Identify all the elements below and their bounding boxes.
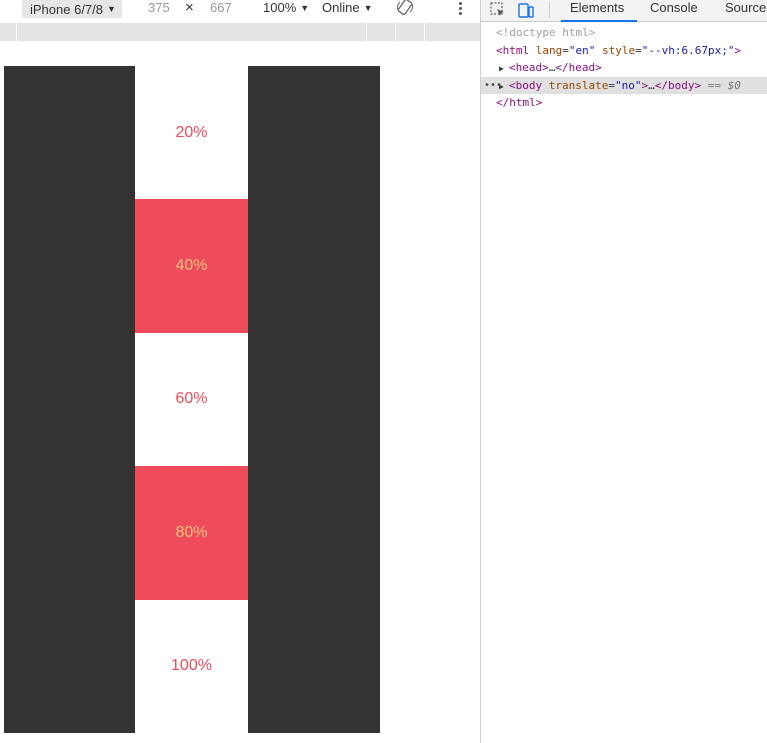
tab-sources[interactable]: Sources bbox=[725, 0, 767, 22]
media-query-ruler[interactable] bbox=[0, 23, 480, 41]
devtools-pane: Elements Console Sources <!doctype html>… bbox=[481, 0, 767, 743]
cell-80: 80% bbox=[135, 466, 248, 600]
devtools-tabbar: Elements Console Sources bbox=[481, 0, 767, 22]
network-value: Online bbox=[322, 0, 360, 15]
chevron-down-icon: ▼ bbox=[363, 3, 373, 13]
expand-triangle-icon[interactable]: ▶ bbox=[499, 60, 509, 77]
cell-20: 20% bbox=[135, 66, 248, 200]
device-toolbar-icon[interactable] bbox=[517, 1, 535, 19]
device-toolbar: iPhone 6/7/8 ▼ 375 × 667 100% ▼ Online ▼ bbox=[0, 0, 480, 20]
device-viewport: 20% 40% 60% 80% 100% bbox=[4, 66, 380, 733]
dom-line-head[interactable]: ▶ <head>…</head> bbox=[481, 59, 767, 77]
chevron-down-icon: ▼ bbox=[107, 4, 116, 14]
more-options-icon[interactable] bbox=[454, 0, 466, 16]
cell-label: 20% bbox=[175, 123, 208, 141]
dom-line-doctype[interactable]: <!doctype html> bbox=[481, 24, 767, 42]
selected-node-marker: == $0 bbox=[707, 78, 741, 92]
dom-line-html-close[interactable]: </html> bbox=[481, 94, 767, 112]
cell-label: 100% bbox=[171, 657, 212, 675]
zoom-select[interactable]: 100% ▼ bbox=[263, 0, 309, 16]
cell-label: 80% bbox=[175, 523, 208, 541]
chevron-down-icon: ▼ bbox=[300, 3, 310, 13]
times-icon: × bbox=[185, 0, 194, 16]
zoom-value: 100% bbox=[263, 0, 297, 15]
device-name: iPhone 6/7/8 bbox=[30, 1, 104, 17]
percentage-column: 20% 40% 60% 80% 100% bbox=[135, 66, 248, 733]
tab-elements[interactable]: Elements bbox=[561, 0, 637, 22]
tab-console[interactable]: Console bbox=[650, 0, 698, 22]
cell-label: 40% bbox=[175, 257, 208, 275]
height-input[interactable]: 667 bbox=[210, 0, 232, 16]
device-emulation-pane: iPhone 6/7/8 ▼ 375 × 667 100% ▼ Online ▼… bbox=[0, 0, 480, 743]
dom-line-body[interactable]: ••• ▶ <body translate="no">…</body> == $0 bbox=[481, 76, 767, 95]
dom-tree: <!doctype html> <html lang="en" style="-… bbox=[481, 24, 767, 112]
network-select[interactable]: Online ▼ bbox=[322, 0, 373, 16]
dom-line-html[interactable]: <html lang="en" style="--vh:6.67px;"> bbox=[481, 42, 767, 60]
rotate-icon[interactable] bbox=[396, 0, 414, 16]
width-input[interactable]: 375 bbox=[148, 0, 170, 16]
cell-100: 100% bbox=[135, 599, 248, 733]
inspect-element-icon[interactable] bbox=[489, 1, 507, 19]
device-select[interactable]: iPhone 6/7/8 ▼ bbox=[22, 0, 122, 18]
cell-60: 60% bbox=[135, 332, 248, 467]
more-options-icon[interactable]: ••• bbox=[484, 77, 502, 95]
cell-label: 60% bbox=[175, 390, 208, 408]
cell-40: 40% bbox=[135, 199, 248, 333]
